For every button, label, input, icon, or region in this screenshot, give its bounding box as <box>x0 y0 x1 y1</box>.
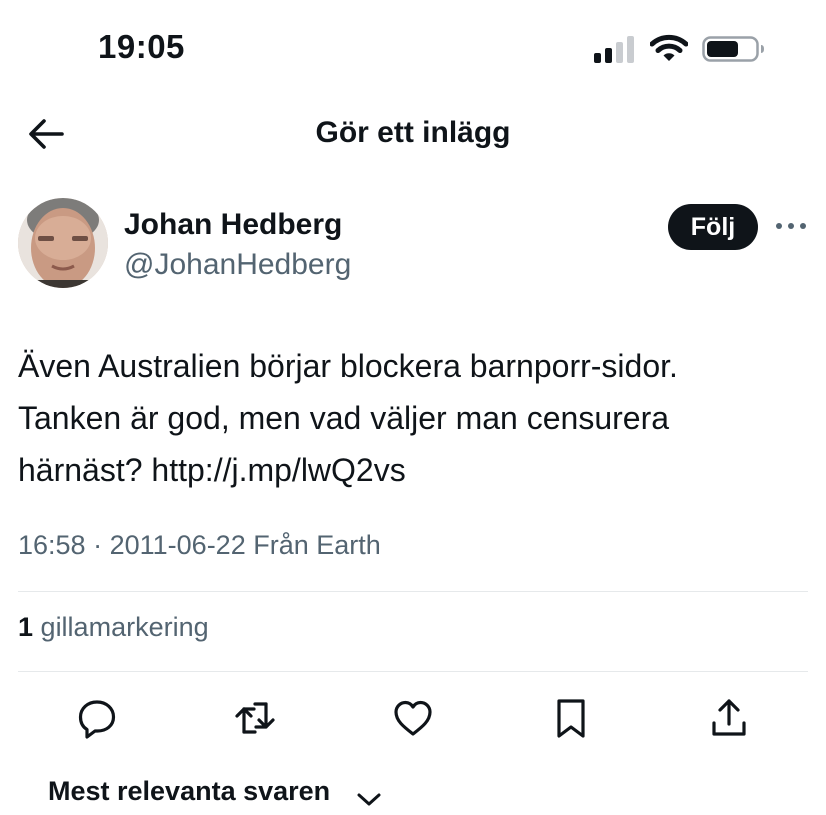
author-handle[interactable]: @JohanHedberg <box>124 248 351 282</box>
more-horizontal-icon <box>776 223 806 229</box>
tweet-actions <box>0 690 826 746</box>
tweet-text-line: Även Australien börjar blockera barnporr… <box>18 348 678 384</box>
tweet-date: 2011-06-22 <box>109 530 246 560</box>
author-name[interactable]: Johan Hedberg <box>124 208 342 242</box>
share-button[interactable] <box>707 696 751 740</box>
top-nav: Gör ett inlägg <box>0 100 826 166</box>
bookmark-icon <box>557 699 585 738</box>
likes-stat[interactable]: 1 gillamarkering <box>18 612 209 643</box>
avatar-photo <box>18 198 108 288</box>
share-upload-icon <box>712 699 746 736</box>
status-bar: 19:05 <box>0 0 826 100</box>
battery-icon <box>702 34 766 64</box>
reply-bubble-icon <box>78 700 116 739</box>
repost-button[interactable] <box>233 696 277 740</box>
tweet-source[interactable]: Från Earth <box>253 530 381 560</box>
more-options-button[interactable] <box>774 218 808 234</box>
divider <box>18 591 808 592</box>
meta-separator: · <box>93 530 103 560</box>
tweet-meta: 16:58 · 2011-06-22 Från Earth <box>18 530 381 561</box>
tweet-text-fragment: härnäst? <box>18 452 143 488</box>
repost-arrows-icon <box>235 702 275 734</box>
tweet-text: Även Australien börjar blockera barnporr… <box>18 340 808 496</box>
cellular-signal-icon <box>594 35 638 63</box>
replies-sort-label: Mest relevanta svaren <box>48 776 331 806</box>
like-button[interactable] <box>391 696 435 740</box>
likes-count: 1 <box>18 612 34 642</box>
avatar[interactable] <box>18 198 108 288</box>
tweet-author: Johan Hedberg @JohanHedberg Följ <box>0 190 826 300</box>
status-time: 19:05 <box>98 28 185 65</box>
bookmark-button[interactable] <box>549 696 593 740</box>
likes-label: gillamarkering <box>40 612 209 642</box>
divider <box>18 671 808 672</box>
reply-button[interactable] <box>75 696 119 740</box>
wifi-icon <box>649 33 689 63</box>
tweet-text-line: Tanken är god, men vad väljer man censur… <box>18 400 670 436</box>
tweet-link[interactable]: http://j.mp/lwQ2vs <box>151 452 405 488</box>
heart-icon <box>394 700 432 736</box>
follow-button[interactable]: Följ <box>668 204 758 250</box>
tweet-text-line: härnäst? http://j.mp/lwQ2vs <box>18 444 808 496</box>
replies-sort-dropdown[interactable]: Mest relevanta svaren <box>48 776 382 807</box>
page-title: Gör ett inlägg <box>315 116 511 149</box>
chevron-down-icon <box>356 784 382 806</box>
tweet-time: 16:58 <box>18 530 86 560</box>
